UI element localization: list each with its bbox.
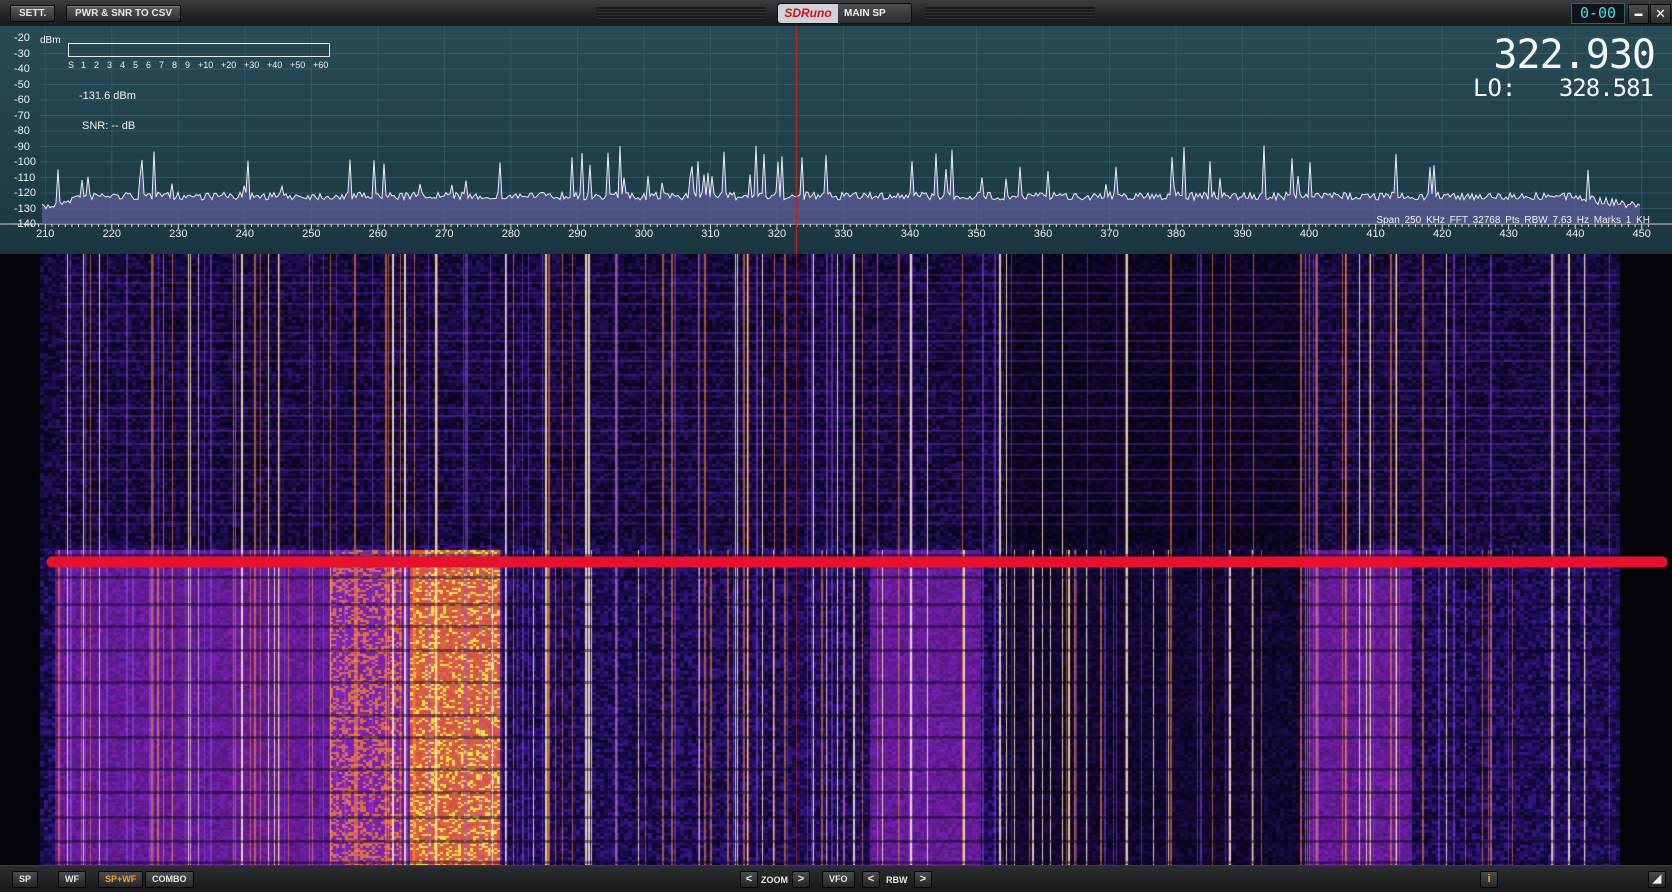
s-meter-tick: +20: [221, 60, 237, 70]
x-tick-label: 310: [701, 228, 720, 240]
x-tick-label: 230: [169, 228, 188, 240]
x-tick-label: 280: [501, 228, 521, 240]
x-tick-label: 420: [1432, 228, 1452, 240]
resize-handle[interactable]: ◢: [1648, 871, 1666, 888]
pwr-snr-csv-button[interactable]: PWR & SNR TO CSV: [66, 5, 182, 22]
y-axis-unit: dBm: [40, 35, 61, 46]
s-meter-tick: 8: [172, 60, 178, 70]
drag-grip-right[interactable]: [925, 6, 1095, 20]
window-name: MAIN SP: [844, 8, 886, 19]
frequency-display[interactable]: 322.930: [1493, 32, 1656, 78]
rbw-increase-button[interactable]: >: [914, 871, 932, 888]
close-button[interactable]: ✕: [1650, 4, 1671, 24]
s-meter-box: [68, 43, 330, 57]
spectrum-panel[interactable]: dBm -20 -30 -40 -50 -60 -70 -80 -90 -100 -110 -120…: [0, 26, 1672, 254]
sp-wf-mode-button[interactable]: SP+WF: [98, 871, 144, 888]
y-tick-label: -110: [14, 171, 36, 184]
bottom-toolbar: SP WF SP+WF COMBO < ZOOM > VFO < RBW > i…: [0, 865, 1672, 892]
x-tick-label: 340: [900, 228, 920, 240]
s-meter-tick: 2: [94, 60, 100, 70]
x-tick-label: 390: [1233, 228, 1252, 240]
fft-info-line: Span 250 KHz FFT 32768 Pts RBW 7.63 Hz M…: [1376, 215, 1650, 226]
lo-label: LO:: [1473, 74, 1517, 102]
zoom-label: ZOOM: [761, 875, 788, 885]
spectrum-fill: [42, 145, 1640, 224]
y-tick-label: -30: [14, 47, 30, 60]
vfo-button[interactable]: VFO: [822, 871, 855, 888]
s-meter-tick: +60: [313, 60, 329, 70]
x-tick-label: 210: [36, 228, 55, 240]
y-tick-label: -80: [14, 125, 30, 137]
minimize-button[interactable]: ▬: [1628, 4, 1649, 24]
power-readout: -131.6 dBm: [79, 90, 136, 102]
brand-badge: SDRuno MAIN SP: [777, 3, 912, 24]
y-tick-label: -130: [14, 202, 37, 215]
y-tick-label: -120: [14, 187, 37, 199]
s-meter-tick: 5: [133, 60, 139, 70]
s-meter-tick: +10: [198, 60, 214, 70]
s-meter-tick: 1: [81, 60, 87, 70]
s-meter-tick: +40: [267, 60, 283, 70]
y-tick-label: -40: [14, 63, 30, 75]
s-meter-tick: S: [68, 60, 75, 70]
combo-mode-button[interactable]: COMBO: [145, 871, 194, 888]
s-meter-tick: 6: [146, 60, 152, 70]
x-tick-label: 290: [568, 228, 587, 240]
x-tick-label: 370: [1100, 228, 1119, 240]
s-meter-tick: 9: [185, 60, 191, 70]
x-tick-label: 440: [1565, 228, 1585, 240]
zoom-in-button[interactable]: >: [792, 871, 810, 888]
x-tick-label: 240: [235, 228, 254, 240]
y-tick-label: -90: [14, 140, 30, 153]
waterfall-panel[interactable]: [0, 254, 1672, 865]
info-button[interactable]: i: [1480, 871, 1498, 888]
waterfall-overlay: [46, 254, 1668, 865]
s-meter-tick: 3: [107, 60, 113, 70]
sdruno-logo: SDRuno: [778, 4, 838, 23]
x-tick-label: 360: [1033, 228, 1053, 240]
y-tick-label: -50: [14, 78, 30, 91]
x-tick-label: 330: [834, 228, 853, 240]
rbw-decrease-button[interactable]: <: [862, 871, 880, 888]
x-tick-label: 350: [967, 228, 986, 240]
snr-readout: SNR: -- dB: [82, 120, 136, 132]
x-tick-label: 300: [634, 228, 654, 240]
x-tick-label: 450: [1632, 228, 1651, 240]
x-tick-label: 260: [368, 228, 388, 240]
y-tick-label: -100: [14, 156, 37, 168]
lo-frequency[interactable]: 328.581: [1559, 74, 1654, 102]
s-meter-tick: +50: [290, 60, 306, 70]
wf-mode-button[interactable]: WF: [58, 871, 86, 888]
clock-display: 0-00: [1571, 3, 1625, 24]
x-tick-label: 270: [435, 228, 454, 240]
title-bar: SETT. PWR & SNR TO CSV SDRuno MAIN SP 0-…: [0, 0, 1672, 27]
y-tick-label: -60: [14, 94, 30, 106]
drag-grip-left[interactable]: [596, 6, 766, 20]
s-meter-tick: 7: [159, 60, 165, 70]
x-tick-label: 410: [1366, 228, 1385, 240]
zoom-out-button[interactable]: <: [740, 871, 758, 888]
y-tick-label: -70: [14, 109, 30, 122]
x-tick-label: 250: [302, 228, 321, 240]
x-tick-label: 400: [1299, 228, 1319, 240]
x-tick-label: 220: [102, 228, 121, 240]
s-meter-tick: +30: [244, 60, 260, 70]
settings-button[interactable]: SETT.: [10, 5, 56, 22]
x-tick-label: 320: [767, 228, 787, 240]
x-tick-label: 380: [1166, 228, 1186, 240]
sp-mode-button[interactable]: SP: [12, 871, 39, 888]
x-tick-label: 430: [1499, 228, 1518, 240]
y-tick-label: -140: [14, 218, 37, 230]
rbw-label: RBW: [886, 875, 908, 885]
y-tick-label: -20: [14, 32, 30, 44]
s-meter-tick: 4: [120, 60, 126, 70]
